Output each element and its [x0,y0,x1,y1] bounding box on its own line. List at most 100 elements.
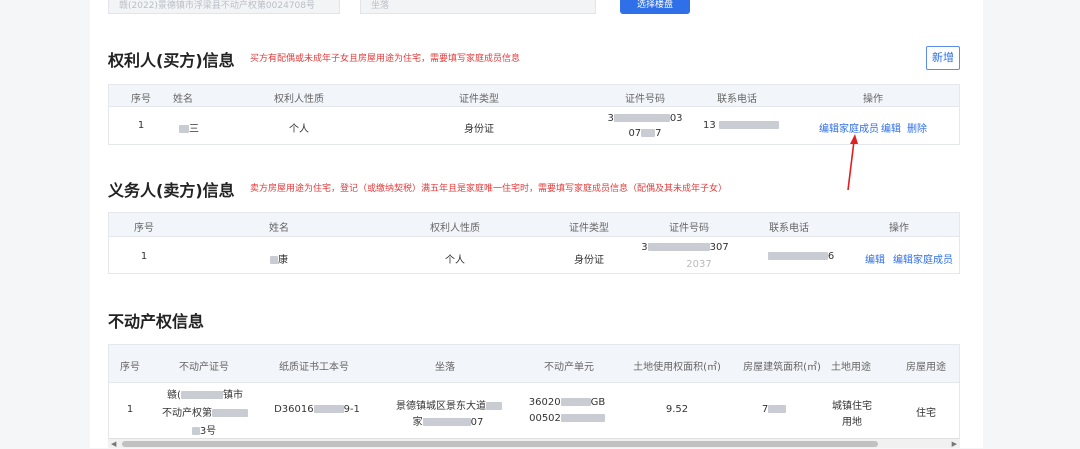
row-index: 1 [140,251,148,262]
row-location-line2: 家 07 [393,413,503,428]
cert-part: 镇市 [222,390,243,401]
row-index: 1 [137,120,145,131]
header-paper-number: 纸质证书工本号 [279,362,349,373]
row-cert-line1: 赣(镇市 [159,386,251,401]
redacted-block [180,391,223,399]
redacted-block [191,427,200,435]
property-section-title: 不动产权信息 [108,312,205,331]
redacted-block [270,256,278,264]
id-part: 7 [655,128,662,139]
annotation-arrow-icon [847,134,858,191]
redacted-block [647,243,710,251]
header-index: 序号 [131,94,151,105]
redacted-block [718,121,779,129]
header-cert-number: 不动产证号 [179,362,229,373]
delete-link[interactable]: 删除 [907,120,927,135]
id-part: 3 [607,113,614,124]
id-part: 07 [628,128,642,139]
buyer-section-title: 权利人(买方)信息 [108,51,235,70]
header-name: 姓名 [173,94,193,105]
redacted-block [768,405,787,413]
id-part: 03 [669,113,683,124]
redacted-block [313,405,344,413]
seller-table: 序号 姓名 权利人性质 证件类型 证件号码 联系电话 操作 1 康 个人 身份证… [108,212,960,274]
location-part: 07 [470,417,484,428]
header-actions: 操作 [889,223,909,234]
unit-part: 00502 [529,413,561,424]
row-id-line2: 2037 [686,259,712,270]
header-id-type: 证件类型 [459,94,499,105]
seller-table-header: 序号 姓名 权利人性质 证件类型 证件号码 联系电话 操作 [109,213,959,237]
location-part: 景德镇城区景东大道 [396,401,486,412]
row-id-type: 身份证 [464,124,494,135]
redacted-block [560,414,605,422]
row-unit-line1: 36020 GB [521,397,613,408]
row-land-area: 9.52 [665,404,689,415]
header-id-number: 证件号码 [669,223,709,234]
header-actions: 操作 [863,94,883,105]
header-location: 坐落 [435,362,455,373]
cert-part: 3号 [199,426,217,437]
cert-part: 不动产权第 [162,408,212,419]
header-phone: 联系电话 [769,223,809,234]
redacted-block [179,125,189,133]
header-phone: 联系电话 [717,94,757,105]
cert-number-input[interactable]: 赣(2022)景德镇市浮梁县不动产权第0024708号 [108,0,340,14]
row-cert-line2: 不动产权第 [159,404,251,419]
edit-link[interactable]: 编辑 [881,120,901,135]
row-unit-line2: 00502 [521,413,613,424]
scrollbar-thumb[interactable] [122,441,878,447]
property-table: 序号 不动产证号 纸质证书工本号 坐落 不动产单元 土地使用权面积(㎡) 房屋建… [108,344,960,438]
row-house-use: 住宅 [916,408,936,419]
row-id-line1: 3 307 [635,242,735,253]
redacted-block [422,418,471,426]
buyer-table: 序号 姓名 权利人性质 证件类型 证件号码 联系电话 操作 1 三 个人 身份证… [108,84,960,145]
header-building-area: 房屋建筑面积(㎡) [743,362,821,373]
row-name: 康 [259,251,299,266]
unit-part: GB [590,397,606,408]
edit-link[interactable]: 编辑 [865,251,885,266]
row-id-line2: 07 7 [605,128,685,139]
add-buyer-button[interactable]: 新增 [926,46,960,70]
seller-section-note: 卖方房屋用途为住宅，登记（或缴纳契税）满五年且是家庭唯一住宅时，需要填写家庭成员… [250,184,728,194]
row-nature: 个人 [445,255,465,266]
row-name: 三 [169,120,209,135]
edit-family-link[interactable]: 编辑家庭成员 [819,120,879,135]
header-house-use: 房屋用途 [906,362,946,373]
row-paper-number: D36016 9-1 [269,404,365,415]
row-building-area: 7 [749,404,799,415]
redacted-block [641,129,656,137]
paper-part: D36016 [274,404,314,415]
location-part: 家 [412,417,423,428]
horizontal-scrollbar[interactable]: ◀ ▶ [108,438,960,448]
redacted-block [212,409,248,417]
phone-part: 6 [827,251,835,262]
header-land-use: 土地用途 [831,362,871,373]
row-id-line1: 3 03 [595,113,695,124]
id-part: 307 [709,242,729,253]
header-nature: 权利人性质 [430,223,480,234]
phone-part: 13 [703,120,716,131]
select-property-button[interactable]: 选择楼盘 [620,0,690,14]
location-input[interactable]: 坐落 [360,0,596,14]
row-cert-line3: 3号 [179,422,229,437]
redacted-block [767,252,828,260]
header-unit: 不动产单元 [544,362,594,373]
redacted-block [486,402,502,410]
name-suffix: 康 [278,255,288,266]
row-nature: 个人 [289,124,309,135]
buyer-table-header: 序号 姓名 权利人性质 证件类型 证件号码 联系电话 操作 [109,85,959,107]
row-phone: 13 [703,120,783,131]
edit-family-link[interactable]: 编辑家庭成员 [893,251,953,266]
row-id-type: 身份证 [574,255,604,266]
paper-part: 9-1 [343,404,360,415]
header-index: 序号 [134,223,154,234]
unit-part: 36020 [528,397,561,408]
name-suffix: 三 [189,124,199,135]
header-index: 序号 [120,362,140,373]
header-nature: 权利人性质 [274,94,324,105]
row-land-use-line1: 城镇住宅 [832,401,872,412]
property-table-header: 序号 不动产证号 纸质证书工本号 坐落 不动产单元 土地使用权面积(㎡) 房屋建… [109,345,959,383]
header-land-area: 土地使用权面积(㎡) [633,362,721,373]
row-land-use-line2: 用地 [842,417,862,428]
